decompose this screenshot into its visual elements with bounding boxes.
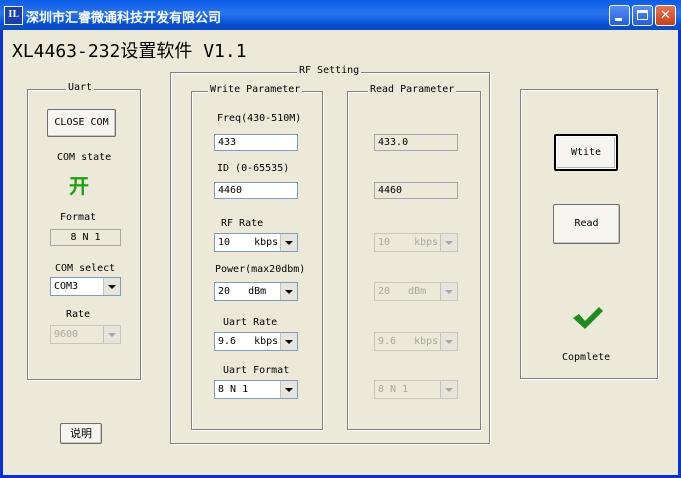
read-rf-rate-value: 10 kbps — [378, 237, 439, 248]
checkmark-icon — [573, 307, 603, 329]
chevron-down-icon — [103, 326, 120, 343]
read-button[interactable]: Read — [553, 204, 620, 244]
chevron-down-icon[interactable] — [280, 283, 297, 300]
id-label: ID (0-65535) — [217, 163, 290, 174]
rf-rate-label: RF Rate — [221, 218, 264, 229]
explain-button[interactable]: 说明 — [60, 423, 102, 444]
chevron-down-icon — [440, 283, 457, 300]
com-select-label: COM select — [55, 263, 116, 274]
rate-dropdown: 9600 — [50, 325, 121, 344]
chevron-down-icon — [440, 234, 457, 251]
power-dropdown[interactable]: 20 dBm — [214, 282, 298, 301]
uart-rate-value: 9.6 kbps — [218, 336, 279, 347]
com-state-indicator: 开 — [69, 174, 89, 198]
rate-value: 9600 — [54, 329, 79, 340]
read-uart-format-dropdown: 8 N 1 — [374, 380, 458, 399]
uart-format-value: 8 N 1 — [218, 384, 249, 395]
read-uart-rate-value: 9.6 kbps — [378, 336, 439, 347]
freq-label: Freq(430-510M) — [217, 113, 302, 124]
app-window: IL 深圳市汇睿微通科技开发有限公司 ✕ XL4463-232设置软件 V1.1… — [0, 0, 681, 478]
com-select-value: COM3 — [54, 281, 79, 292]
write-button[interactable]: Wtite — [554, 134, 618, 171]
uart-format-label: Uart Format — [223, 365, 290, 376]
chevron-down-icon[interactable] — [280, 381, 297, 398]
rf-rate-value: 10 kbps — [218, 237, 279, 248]
com-state-label: COM state — [57, 152, 112, 163]
format-label: Format — [60, 212, 97, 223]
read-power-dropdown: 20 dBm — [374, 282, 458, 301]
chevron-down-icon — [440, 381, 457, 398]
chevron-down-icon[interactable] — [280, 234, 297, 251]
uart-rate-dropdown[interactable]: 9.6 kbps — [214, 332, 298, 351]
read-rf-rate-dropdown: 10 kbps — [374, 233, 458, 252]
read-freq-value: 433.0 — [374, 134, 458, 151]
status-text: Copmlete — [562, 352, 611, 363]
maximize-button[interactable] — [632, 5, 653, 26]
window-title: 深圳市汇睿微通科技开发有限公司 — [26, 11, 222, 26]
power-value: 20 dBm — [218, 286, 267, 297]
com-select-dropdown[interactable]: COM3 — [50, 277, 121, 296]
app-icon: IL — [4, 6, 23, 25]
uart-format-dropdown[interactable]: 8 N 1 — [214, 380, 298, 399]
close-button[interactable]: ✕ — [655, 5, 676, 26]
maximize-icon — [637, 10, 648, 20]
title-bar[interactable]: IL 深圳市汇睿微通科技开发有限公司 ✕ — [0, 0, 681, 30]
format-value: 8 N 1 — [50, 229, 121, 246]
page-title: XL4463-232设置软件 V1.1 — [12, 41, 247, 62]
rate-label: Rate — [66, 309, 91, 320]
uart-group-label: Uart — [66, 82, 95, 93]
read-power-value: 20 dBm — [378, 286, 427, 297]
chevron-down-icon — [440, 333, 457, 350]
read-id-value: 4460 — [374, 182, 458, 199]
close-icon: ✕ — [660, 8, 671, 23]
freq-input[interactable]: 433 — [214, 134, 298, 151]
power-label: Power(max20dbm) — [215, 264, 306, 275]
rf-setting-label: RF Setting — [297, 65, 362, 76]
read-uart-format-value: 8 N 1 — [378, 384, 409, 395]
minimize-button[interactable] — [609, 5, 630, 26]
minimize-icon — [615, 18, 622, 21]
chevron-down-icon[interactable] — [103, 278, 120, 295]
write-parameter-label: Write Parameter — [208, 84, 303, 95]
id-input[interactable]: 4460 — [214, 182, 298, 199]
chevron-down-icon[interactable] — [280, 333, 297, 350]
close-com-button[interactable]: CLOSE COM — [47, 109, 116, 137]
rf-rate-dropdown[interactable]: 10 kbps — [214, 233, 298, 252]
uart-rate-label: Uart Rate — [223, 317, 278, 328]
read-uart-rate-dropdown: 9.6 kbps — [374, 332, 458, 351]
read-parameter-label: Read Parameter — [368, 84, 457, 95]
